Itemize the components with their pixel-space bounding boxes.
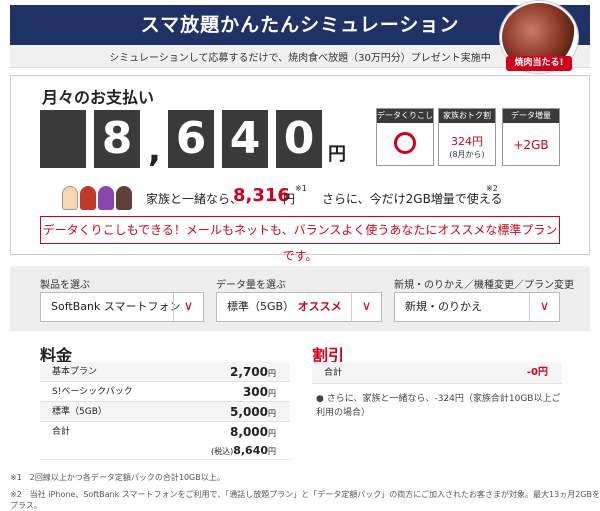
tax-label: (税込): [210, 447, 234, 456]
payment-digit: 4: [222, 110, 268, 168]
chevron-down-icon[interactable]: ∨: [529, 293, 559, 321]
person-icon: [98, 186, 114, 210]
discount-name: 合計: [324, 368, 343, 378]
fee-unit: 円: [268, 369, 276, 378]
chevron-down-icon[interactable]: ∨: [351, 293, 381, 321]
discount-amount: -0円: [526, 367, 548, 378]
fee-amount: 300: [242, 385, 268, 399]
selector-label: 新規・のりかえ／機種変更／プラン変更: [394, 280, 574, 291]
select-value: SoftBank スマートフォン: [51, 300, 181, 313]
fee-unit: 円: [268, 429, 276, 438]
selector-label: データ量を選ぶ: [216, 280, 286, 291]
discount-row: 合計 -0円: [312, 362, 562, 384]
option-value: +2GB: [513, 138, 549, 152]
footnote: ※2 当社 iPhone、SoftBank スマートフォンをご利用で、「通話し放…: [10, 490, 600, 510]
family-price-unit: 円: [283, 192, 296, 206]
footnote-ref: ※1: [295, 184, 307, 193]
person-icon: [62, 186, 78, 210]
fee-unit: 円: [268, 389, 276, 398]
check-circle-icon: [394, 132, 416, 154]
payment-digit: 8: [94, 110, 140, 168]
select-value: 標準（5GB）: [227, 300, 295, 313]
fee-row: S!ベーシックパック 300円: [40, 382, 290, 402]
option-family-discount: 家族おトク割 324円 (8月から): [438, 108, 496, 166]
option-head: データくりこし: [377, 109, 433, 123]
payment-comma: ,: [148, 130, 161, 170]
fee-name: S!ベーシックパック: [52, 387, 133, 397]
fee-amount: 2,700: [230, 365, 268, 379]
fee-unit: 円: [268, 447, 276, 456]
data-amount-select[interactable]: 標準（5GB） オススメ ∨: [216, 292, 382, 322]
option-sub: (8月から): [449, 150, 485, 159]
fee-row: 標準（5GB） 5,000円: [40, 402, 290, 422]
option-data-increase: データ増量 +2GB: [502, 108, 560, 166]
person-icon: [116, 186, 132, 210]
monthly-payment-label: 月々のお支払い: [42, 88, 155, 107]
payment-digit: 0: [276, 110, 322, 168]
recommend-message: データくりこしもできる！メールもネットも、バランスよく使うあなたにオススメな標準…: [40, 216, 560, 263]
selector-label: 製品を選ぶ: [40, 280, 90, 291]
footnote: ※1 2回線以上かつ各データ定額パックの合計10GB以上。: [10, 473, 225, 482]
fee-amount: 5,000: [230, 405, 268, 419]
discount-note: ● さらに、家族と一緒なら、-324円（家族合計10GB以上ご利用の場合）: [316, 394, 561, 418]
person-icon: [80, 186, 96, 210]
fee-total-amount: 8,000: [230, 425, 268, 439]
fee-name: 標準（5GB）: [52, 407, 107, 417]
chevron-down-icon[interactable]: ∨: [173, 293, 203, 321]
select-value: 新規・のりかえ: [405, 300, 482, 313]
recommend-tag: オススメ: [297, 300, 342, 313]
fee-total-name: 合計: [52, 427, 71, 437]
option-data-carryover: データくりこし: [376, 108, 434, 166]
family-price: 8,316: [233, 185, 290, 206]
option-head: 家族おトク割: [439, 109, 495, 123]
fee-row: 基本プラン 2,700円: [40, 362, 290, 382]
product-select[interactable]: SoftBank スマートフォン ∨: [40, 292, 204, 322]
contract-type-select[interactable]: 新規・のりかえ ∨: [394, 292, 560, 322]
fee-total-tax-amount: 8,640: [233, 444, 268, 457]
payment-digit: 6: [168, 110, 214, 168]
family-text-extra: さらに、今だけ2GB増量で使える: [322, 192, 503, 206]
family-icon: [62, 186, 134, 210]
fee-total-row: 合計 8,000円 (税込)8,640円: [40, 422, 290, 460]
payment-yen: 円: [328, 144, 346, 165]
fee-unit: 円: [268, 409, 276, 418]
family-text: 家族と一緒なら、: [146, 192, 243, 206]
yakiniku-badge-label[interactable]: 焼肉当たる!: [506, 56, 572, 71]
fee-name: 基本プラン: [52, 367, 98, 377]
option-value: 324円: [451, 135, 483, 148]
option-head: データ増量: [503, 109, 559, 123]
payment-digit-blank: [40, 110, 86, 168]
footnote-ref: ※2: [486, 184, 498, 193]
